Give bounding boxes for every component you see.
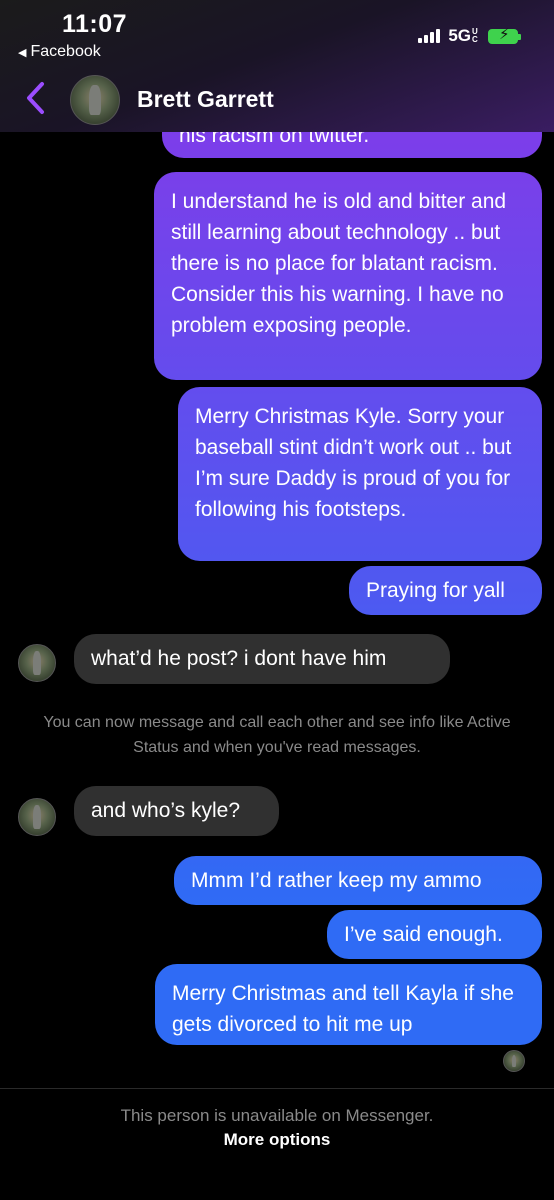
message-text: Mmm I’d rather keep my ammo: [191, 869, 482, 892]
signal-icon: [418, 29, 441, 43]
message-incoming[interactable]: what’d he post? i dont have him: [74, 634, 450, 684]
contact-avatar[interactable]: [70, 75, 120, 125]
system-notice: You can now message and call each other …: [43, 714, 511, 756]
message-outgoing[interactable]: Mmm I’d rather keep my ammo: [174, 856, 542, 905]
unavailable-note: This person is unavailable on Messenger.: [120, 1106, 434, 1125]
message-text: Praying for yall: [366, 579, 505, 602]
message-text: I’ve said enough.: [344, 923, 503, 946]
message-outgoing[interactable]: Merry Christmas and tell Kayla if she ge…: [155, 964, 542, 1045]
message-text: Merry Christmas and tell Kayla if she ge…: [172, 982, 514, 1036]
status-indicators: 5G UC ⚡: [418, 26, 521, 46]
back-triangle-icon: ◀: [18, 46, 27, 59]
read-receipt-avatar: [503, 1050, 525, 1072]
contact-avatar[interactable]: [18, 798, 56, 836]
status-time: 11:07: [62, 10, 128, 38]
message-outgoing[interactable]: Merry Christmas Kyle. Sorry your basebal…: [178, 387, 542, 561]
back-app-label: Facebook: [30, 43, 101, 60]
message-outgoing[interactable]: Praying for yall: [349, 566, 542, 615]
message-text: and who’s kyle?: [91, 799, 241, 822]
battery-charging-icon: ⚡: [488, 27, 521, 44]
contact-avatar[interactable]: [18, 644, 56, 682]
message-outgoing[interactable]: I understand he is old and bitter and st…: [154, 172, 542, 380]
back-chevron-icon[interactable]: [22, 80, 52, 116]
message-text: Merry Christmas Kyle. Sorry your basebal…: [195, 405, 512, 521]
conversation-header: 11:07 ◀ Facebook 5G UC ⚡ Brett Garrett: [0, 0, 554, 132]
footer-divider: [0, 1088, 554, 1089]
message-thread[interactable]: his racism on twitter. I understand he i…: [0, 0, 554, 1090]
more-options-button[interactable]: More options: [0, 1130, 554, 1150]
message-outgoing[interactable]: I’ve said enough.: [327, 910, 542, 959]
back-to-app-link[interactable]: ◀ Facebook: [18, 43, 101, 61]
network-suffix: UC: [472, 27, 478, 44]
network-label: 5G UC: [448, 26, 480, 46]
message-text: what’d he post? i dont have him: [91, 647, 387, 670]
message-incoming[interactable]: and who’s kyle?: [74, 786, 279, 836]
contact-name[interactable]: Brett Garrett: [137, 86, 274, 113]
message-text: I understand he is old and bitter and st…: [171, 190, 507, 337]
